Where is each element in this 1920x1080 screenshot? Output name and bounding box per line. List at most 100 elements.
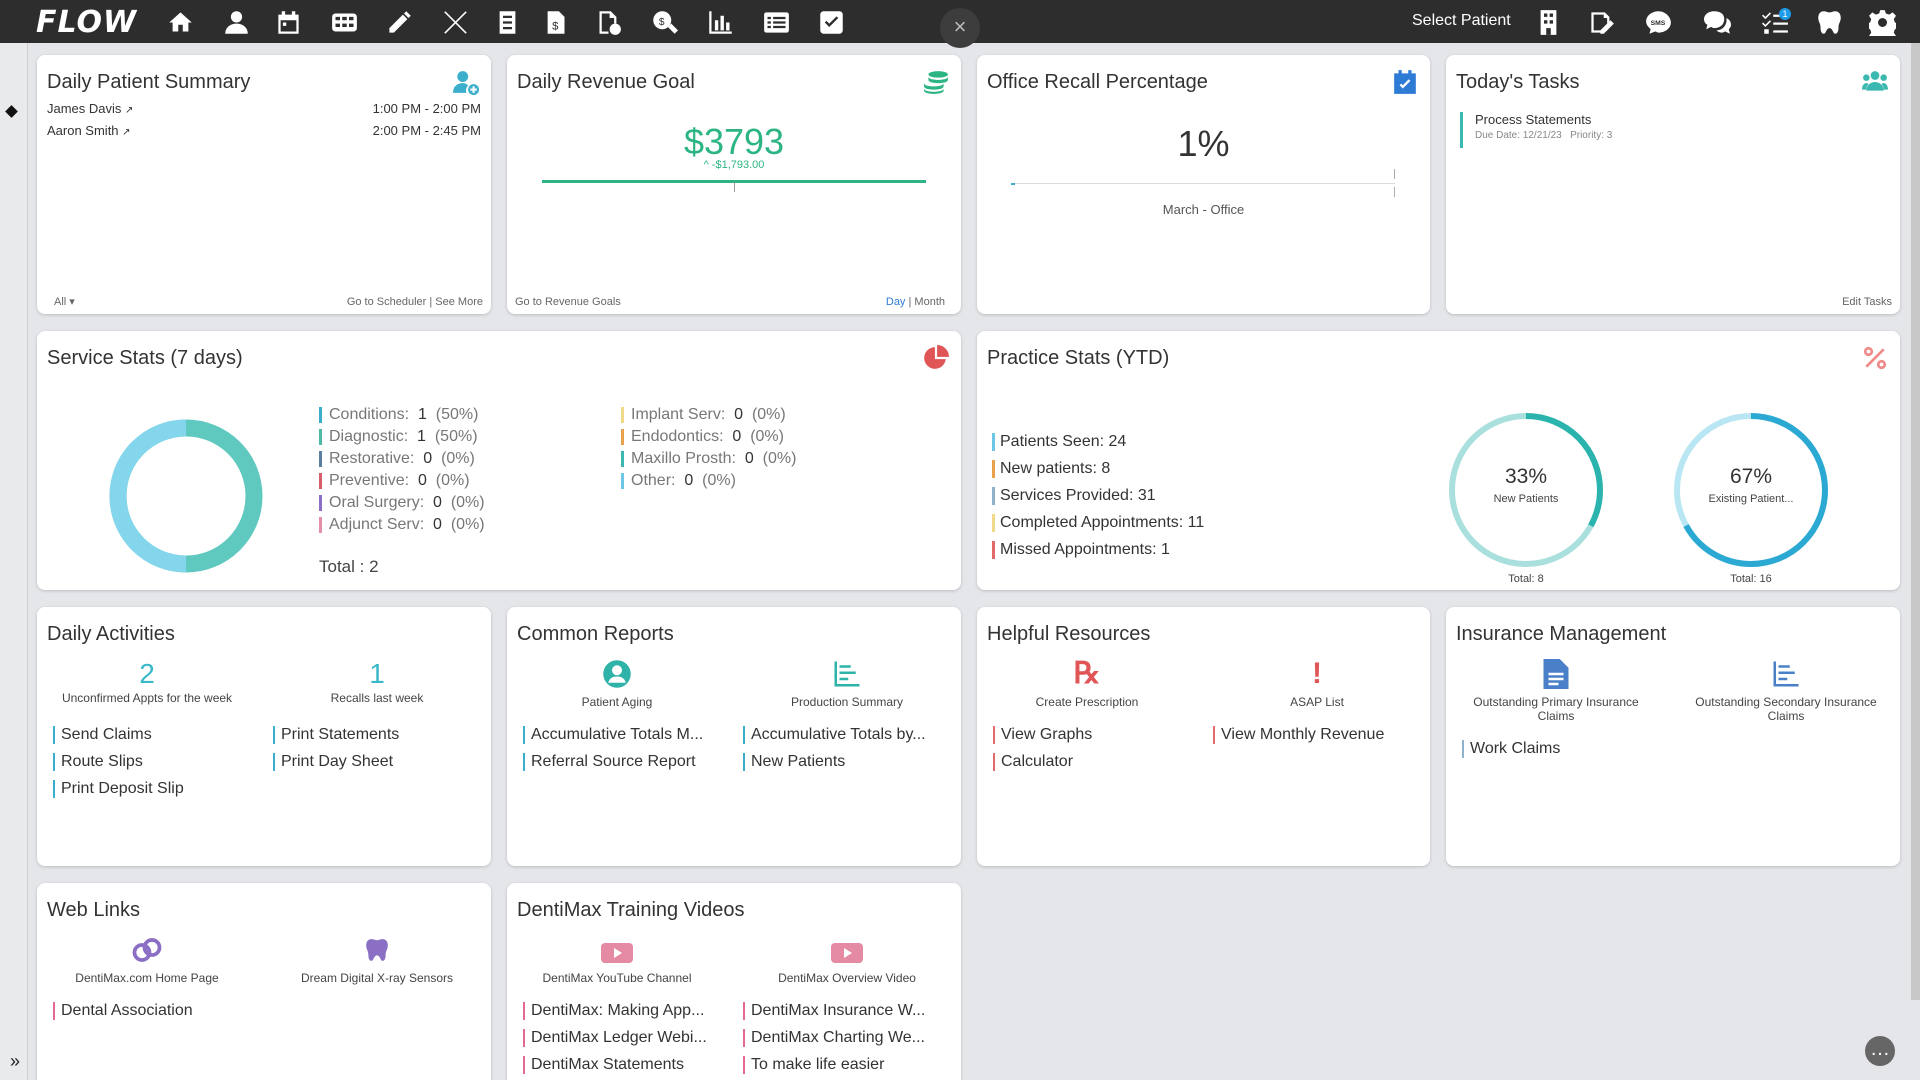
tooth-icon[interactable] bbox=[1813, 6, 1845, 38]
stat-label: Maxillo Prosth: bbox=[631, 450, 736, 467]
diamond-icon[interactable] bbox=[5, 105, 18, 118]
go-to-revenue-goals-link[interactable]: Go to Revenue Goals bbox=[515, 296, 621, 308]
day-toggle[interactable]: Day bbox=[886, 296, 906, 308]
web-links-card: Web Links DentiMax.com Home Page Dream D… bbox=[37, 883, 491, 1080]
bill-icon[interactable]: $ bbox=[539, 6, 571, 38]
edit-tasks-link[interactable]: Edit Tasks bbox=[1842, 296, 1892, 308]
asap-list-tile[interactable]: ! ASAP List bbox=[1217, 657, 1417, 710]
video-link[interactable]: DentiMax Charting We... bbox=[743, 1029, 933, 1047]
task-list-icon[interactable]: 1 bbox=[1759, 6, 1791, 38]
add-person-icon[interactable] bbox=[453, 69, 479, 95]
view-monthly-revenue-link[interactable]: View Monthly Revenue bbox=[1213, 726, 1413, 744]
pencil-icon[interactable] bbox=[383, 6, 415, 38]
print-deposit-slip-link[interactable]: Print Deposit Slip bbox=[53, 780, 253, 798]
tools-icon[interactable] bbox=[439, 6, 471, 38]
video-link[interactable]: DentiMax Ledger Webi... bbox=[523, 1029, 713, 1047]
go-to-scheduler-link[interactable]: Go to Scheduler bbox=[347, 296, 427, 308]
home-icon[interactable] bbox=[164, 6, 196, 38]
video-link[interactable]: DentiMax: Making App... bbox=[523, 1002, 713, 1020]
create-prescription-tile[interactable]: ℞ Create Prescription bbox=[987, 657, 1187, 710]
settings-icon[interactable] bbox=[1866, 6, 1898, 38]
outstanding-secondary-claims-tile[interactable]: Outstanding Secondary Insurance Claims bbox=[1686, 657, 1886, 723]
outstanding-primary-claims-tile[interactable]: Outstanding Primary Insurance Claims bbox=[1456, 657, 1656, 723]
patient-name[interactable]: Aaron Smith bbox=[47, 123, 119, 138]
building-icon[interactable] bbox=[1532, 6, 1564, 38]
youtube-channel-tile[interactable]: DentiMax YouTube Channel bbox=[517, 933, 717, 985]
overview-video-tile[interactable]: DentiMax Overview Video bbox=[747, 933, 947, 985]
stat-label: Diagnostic: bbox=[329, 428, 409, 445]
work-claims-link[interactable]: Work Claims bbox=[1462, 740, 1652, 758]
chat-icon[interactable] bbox=[1701, 6, 1733, 38]
accumulative-totals-by-link[interactable]: Accumulative Totals by... bbox=[743, 726, 933, 744]
filter-dropdown[interactable]: All ▾ bbox=[54, 295, 75, 308]
service-stat-row: Adjunct Serv: 0 (0%) bbox=[319, 514, 485, 536]
stat-services-provided: Services Provided: 31 bbox=[992, 482, 1204, 509]
tile-label: DentiMax YouTube Channel bbox=[542, 971, 692, 985]
chat-bubble-icon[interactable]: … bbox=[1865, 1036, 1895, 1066]
route-slips-link[interactable]: Route Slips bbox=[53, 753, 253, 771]
patient-name[interactable]: James Davis bbox=[47, 101, 121, 116]
tile-label: Dream Digital X-ray Sensors bbox=[300, 971, 454, 985]
new-patients-report-link[interactable]: New Patients bbox=[743, 753, 933, 771]
expand-chevron-icon[interactable]: » bbox=[10, 1051, 20, 1072]
stat-percent: (0%) bbox=[762, 450, 797, 467]
calculator-link[interactable]: Calculator bbox=[993, 753, 1183, 771]
flow-logo[interactable]: FLOW bbox=[36, 5, 137, 40]
dental-association-link[interactable]: Dental Association bbox=[53, 1002, 253, 1020]
file-check-icon[interactable] bbox=[592, 6, 624, 38]
dentimax-home-page-tile[interactable]: DentiMax.com Home Page bbox=[47, 933, 247, 985]
calendar-check-icon[interactable] bbox=[1392, 69, 1418, 95]
stat-count: 0 bbox=[433, 516, 442, 533]
see-more-link[interactable]: See More bbox=[435, 296, 483, 308]
card-title: Web Links bbox=[47, 899, 141, 921]
goal-marker bbox=[1394, 169, 1395, 179]
search-dollar-icon[interactable]: $ bbox=[648, 6, 680, 38]
pie-chart-icon[interactable] bbox=[923, 345, 949, 371]
task-item[interactable]: Process Statements Due Date: 12/21/23 Pr… bbox=[1460, 112, 1612, 148]
stat-percent: (0%) bbox=[750, 428, 784, 445]
stat-label: Restorative: bbox=[329, 450, 415, 467]
stat-percent: (0%) bbox=[702, 472, 736, 489]
dream-digital-sensors-tile[interactable]: Dream Digital X-ray Sensors bbox=[277, 933, 477, 985]
percent-icon[interactable] bbox=[1862, 345, 1888, 371]
list-item[interactable]: Aaron Smith ↗ 2:00 PM - 2:45 PM bbox=[47, 123, 481, 145]
calendar-icon[interactable] bbox=[272, 6, 304, 38]
group-icon[interactable] bbox=[1862, 69, 1888, 95]
unconfirmed-appts-tile[interactable]: 2 Unconfirmed Appts for the week bbox=[47, 657, 247, 705]
production-summary-tile[interactable]: Production Summary bbox=[747, 657, 947, 709]
ledger-icon[interactable] bbox=[491, 6, 523, 38]
print-statements-link[interactable]: Print Statements bbox=[273, 726, 473, 744]
print-day-sheet-link[interactable]: Print Day Sheet bbox=[273, 753, 473, 771]
tile-count: 1 bbox=[369, 658, 385, 689]
video-link[interactable]: To make life easier bbox=[743, 1056, 933, 1074]
send-claims-link[interactable]: Send Claims bbox=[53, 726, 253, 744]
bar-chart-icon[interactable] bbox=[704, 6, 736, 38]
grid-icon[interactable] bbox=[328, 6, 360, 38]
service-donut-chart bbox=[109, 419, 263, 573]
close-overlay-button[interactable]: × bbox=[940, 8, 980, 48]
month-toggle[interactable]: Month bbox=[914, 296, 945, 308]
referral-source-report-link[interactable]: Referral Source Report bbox=[523, 753, 713, 771]
recalls-last-week-tile[interactable]: 1 Recalls last week bbox=[277, 657, 477, 705]
scrollbar[interactable] bbox=[1911, 43, 1920, 1000]
coins-icon[interactable] bbox=[923, 69, 949, 95]
patient-aging-tile[interactable]: Patient Aging bbox=[517, 657, 717, 709]
video-link[interactable]: DentiMax Statements bbox=[523, 1056, 713, 1074]
video-link[interactable]: DentiMax Insurance W... bbox=[743, 1002, 933, 1020]
signature-icon[interactable] bbox=[1585, 6, 1617, 38]
person-icon[interactable] bbox=[220, 6, 252, 38]
tile-label: DentiMax Overview Video bbox=[778, 971, 916, 985]
view-graphs-link[interactable]: View Graphs bbox=[993, 726, 1183, 744]
daily-activities-card: Daily Activities 2 Unconfirmed Appts for… bbox=[37, 607, 491, 866]
accumulative-totals-m-link[interactable]: Accumulative Totals M... bbox=[523, 726, 713, 744]
appointment-time: 1:00 PM - 2:00 PM bbox=[372, 101, 481, 116]
stat-percent: (0%) bbox=[435, 472, 470, 489]
tile-label: Create Prescription bbox=[1035, 695, 1139, 709]
select-patient-button[interactable]: Select Patient bbox=[1412, 12, 1511, 30]
ring-chart bbox=[1674, 413, 1828, 567]
checkbox-icon[interactable] bbox=[815, 6, 847, 38]
sms-icon[interactable]: SMS bbox=[1642, 6, 1674, 38]
play-video-icon bbox=[831, 943, 863, 963]
list-item[interactable]: James Davis ↗ 1:00 PM - 2:00 PM bbox=[47, 101, 481, 123]
list-icon[interactable] bbox=[760, 6, 792, 38]
